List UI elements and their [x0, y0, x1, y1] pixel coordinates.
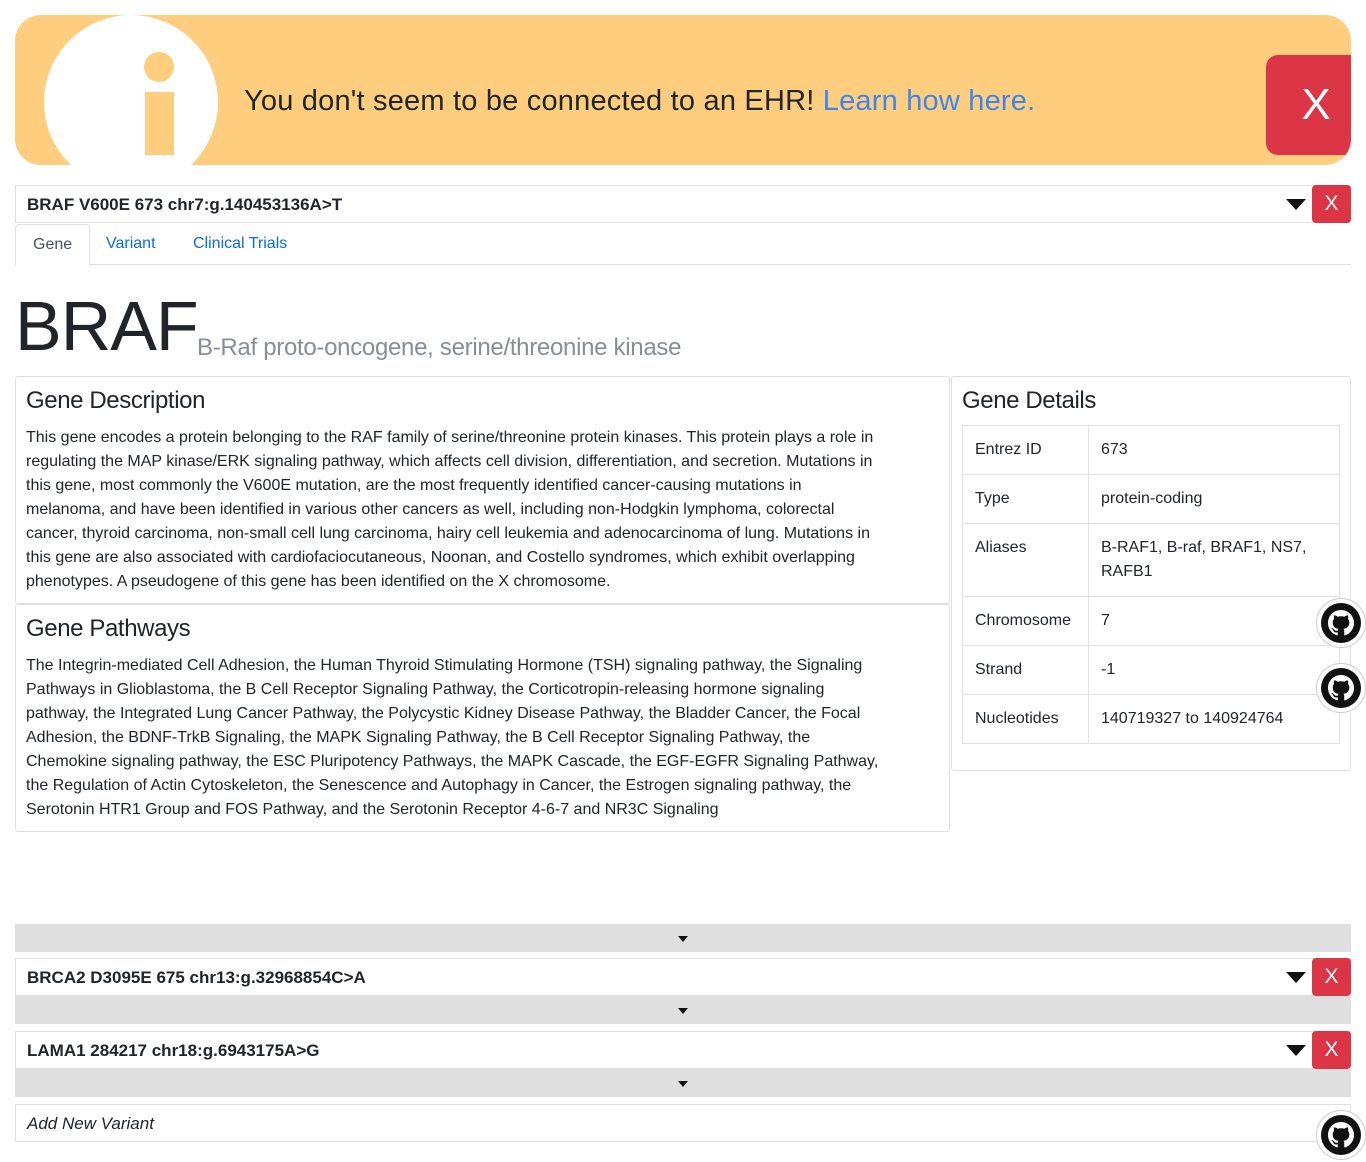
details-row-chromosome: Chromosome 7	[962, 596, 1340, 646]
variant-header[interactable]: LAMA1 284217 chr18:g.6943175A>G X	[15, 1031, 1351, 1069]
details-value: protein-coding	[1088, 474, 1340, 524]
caret-down-icon	[678, 1081, 688, 1087]
remove-variant-button[interactable]: X	[1312, 1031, 1351, 1069]
collapse-toggle[interactable]	[15, 924, 1351, 952]
pathway-line: The Integrin-mediated Cell Adhesion, the…	[26, 657, 863, 674]
description-line: cancer, thyroid carcinoma, non-small cel…	[26, 525, 870, 542]
gene-full-name: B-Raf proto-oncogene, serine/threonine k…	[197, 334, 682, 361]
github-icon[interactable]	[1316, 1110, 1366, 1160]
description-line: phenotypes. A pseudogene of this gene ha…	[26, 573, 611, 590]
details-key: Nucleotides	[962, 694, 1089, 744]
gene-description-title: Gene Description	[26, 387, 206, 414]
pathway-line: Chemokine signaling pathway, the ESC Plu…	[26, 753, 879, 770]
alert-message-text: You don't seem to be connected to an EHR…	[244, 85, 815, 117]
caret-down-icon[interactable]	[1286, 1045, 1306, 1056]
details-value: B-RAF1, B-raf, BRAF1, NS7, RAFB1	[1088, 523, 1340, 597]
github-icon[interactable]	[1316, 663, 1366, 713]
variant-header[interactable]: BRCA2 D3095E 675 chr13:g.32968854C>A X	[15, 958, 1351, 996]
description-line: this gene are also associated with cardi…	[26, 549, 855, 566]
alert-message: You don't seem to be connected to an EHR…	[244, 85, 1035, 118]
tab-gene[interactable]: Gene	[15, 224, 91, 266]
gene-symbol: BRAF	[15, 287, 199, 365]
details-value: 7	[1088, 596, 1340, 646]
tab-variant[interactable]: Variant	[89, 224, 173, 265]
learn-how-link[interactable]: Learn how here.	[823, 85, 1036, 117]
pathway-line: pathway, the Integrated Lung Cancer Path…	[26, 705, 861, 722]
gene-pathways-text: The Integrin-mediated Cell Adhesion, the…	[26, 654, 878, 822]
add-variant-input[interactable]: Add New Variant	[15, 1104, 1351, 1142]
description-line: this gene, most commonly the V600E mutat…	[26, 477, 802, 494]
info-icon	[44, 15, 218, 165]
details-row-type: Type protein-coding	[962, 474, 1340, 524]
alert-close-button[interactable]: X	[1266, 55, 1351, 155]
details-row-aliases: Aliases B-RAF1, B-raf, BRAF1, NS7, RAFB1	[962, 523, 1340, 597]
description-line: This gene encodes a protein belonging to…	[26, 429, 874, 446]
gene-pathways-title: Gene Pathways	[26, 615, 191, 642]
variant-title: BRAF V600E 673 chr7:g.140453136A>T	[27, 195, 343, 214]
gene-details-title: Gene Details	[962, 387, 1096, 414]
details-value: -1	[1088, 645, 1340, 695]
variant-header[interactable]: BRAF V600E 673 chr7:g.140453136A>T X	[15, 185, 1351, 223]
pathway-line: Pathways in Glioblastoma, the B Cell Rec…	[26, 681, 825, 698]
caret-down-icon	[678, 1008, 688, 1014]
pathway-line: the Regulation of Actin Cytoskeleton, th…	[26, 777, 852, 794]
details-value: 673	[1088, 425, 1340, 475]
gene-description-text: This gene encodes a protein belonging to…	[26, 426, 873, 594]
variant-title: BRCA2 D3095E 675 chr13:g.32968854C>A	[27, 968, 366, 987]
details-row-strand: Strand -1	[962, 645, 1340, 695]
details-value: 140719327 to 140924764	[1088, 694, 1340, 744]
details-key: Aliases	[962, 523, 1089, 597]
tab-bar: Gene Variant Clinical Trials	[15, 224, 1351, 266]
description-line: melanoma, and have been identified in va…	[26, 501, 835, 518]
expand-toggle[interactable]	[15, 996, 1351, 1024]
details-key: Entrez ID	[962, 425, 1089, 475]
gene-details-table: Entrez ID 673 Type protein-coding Aliase…	[962, 425, 1340, 744]
remove-variant-button[interactable]: X	[1312, 958, 1351, 996]
tab-clinical-trials[interactable]: Clinical Trials	[176, 224, 304, 265]
caret-down-icon[interactable]	[1286, 199, 1306, 210]
gene-description-card: Gene Description This gene encodes a pro…	[15, 376, 950, 604]
expand-toggle[interactable]	[15, 1069, 1351, 1097]
add-variant-placeholder: Add New Variant	[27, 1114, 154, 1133]
details-key: Chromosome	[962, 596, 1089, 646]
pathway-line: Serotonin HTR1 Group and FOS Pathway, an…	[26, 801, 719, 818]
details-key: Strand	[962, 645, 1089, 695]
details-key: Type	[962, 474, 1089, 524]
description-line: regulating the MAP kinase/ERK signaling …	[26, 453, 873, 470]
ehr-alert-banner: You don't seem to be connected to an EHR…	[15, 15, 1351, 165]
variant-title: LAMA1 284217 chr18:g.6943175A>G	[27, 1041, 320, 1060]
details-row-entrez-id: Entrez ID 673	[962, 425, 1340, 475]
github-icon[interactable]	[1316, 598, 1366, 648]
gene-pathways-card: Gene Pathways The Integrin-mediated Cell…	[15, 604, 950, 832]
gene-details-card: Gene Details Entrez ID 673 Type protein-…	[951, 376, 1351, 771]
caret-down-icon	[678, 936, 688, 942]
details-row-nucleotides: Nucleotides 140719327 to 140924764	[962, 694, 1340, 744]
remove-variant-button[interactable]: X	[1312, 185, 1351, 223]
caret-down-icon[interactable]	[1286, 972, 1306, 983]
pathway-line: Adhesion, the BDNF-TrkB Signaling, the M…	[26, 729, 811, 746]
